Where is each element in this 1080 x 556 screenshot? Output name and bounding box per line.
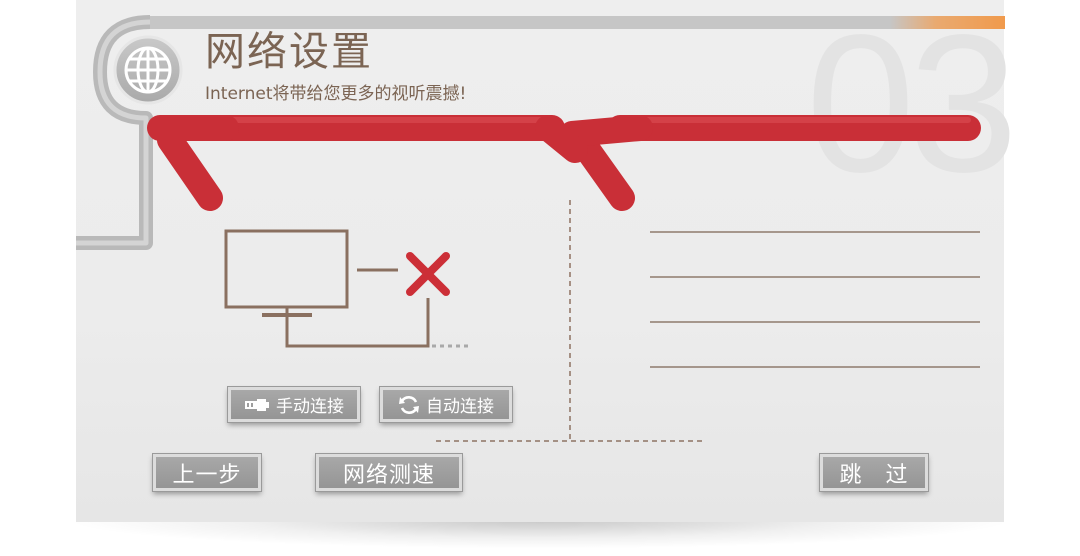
manual-connect-label: 手动连接 xyxy=(276,397,344,417)
page-title: 网络设置 xyxy=(205,29,373,75)
top-band xyxy=(140,16,1005,29)
red-swoosh xyxy=(147,115,981,211)
tv-monitor-icon xyxy=(224,229,349,317)
info-lines xyxy=(650,231,980,368)
auto-connect-button[interactable]: 自动连接 xyxy=(380,387,512,422)
speed-test-button[interactable]: 网络测速 xyxy=(316,454,462,491)
manual-connect-button[interactable]: 手动连接 xyxy=(228,387,360,422)
previous-button[interactable]: 上一步 xyxy=(153,454,261,491)
page-subtitle: Internet将带给您更多的视听震撼! xyxy=(205,84,467,104)
skip-button[interactable]: 跳 过 xyxy=(820,454,928,491)
globe-icon xyxy=(113,35,183,105)
auto-connect-label: 自动连接 xyxy=(426,397,494,417)
ethernet-plug-icon xyxy=(244,398,270,412)
refresh-icon xyxy=(398,394,420,416)
disconnected-x-icon xyxy=(406,252,450,296)
